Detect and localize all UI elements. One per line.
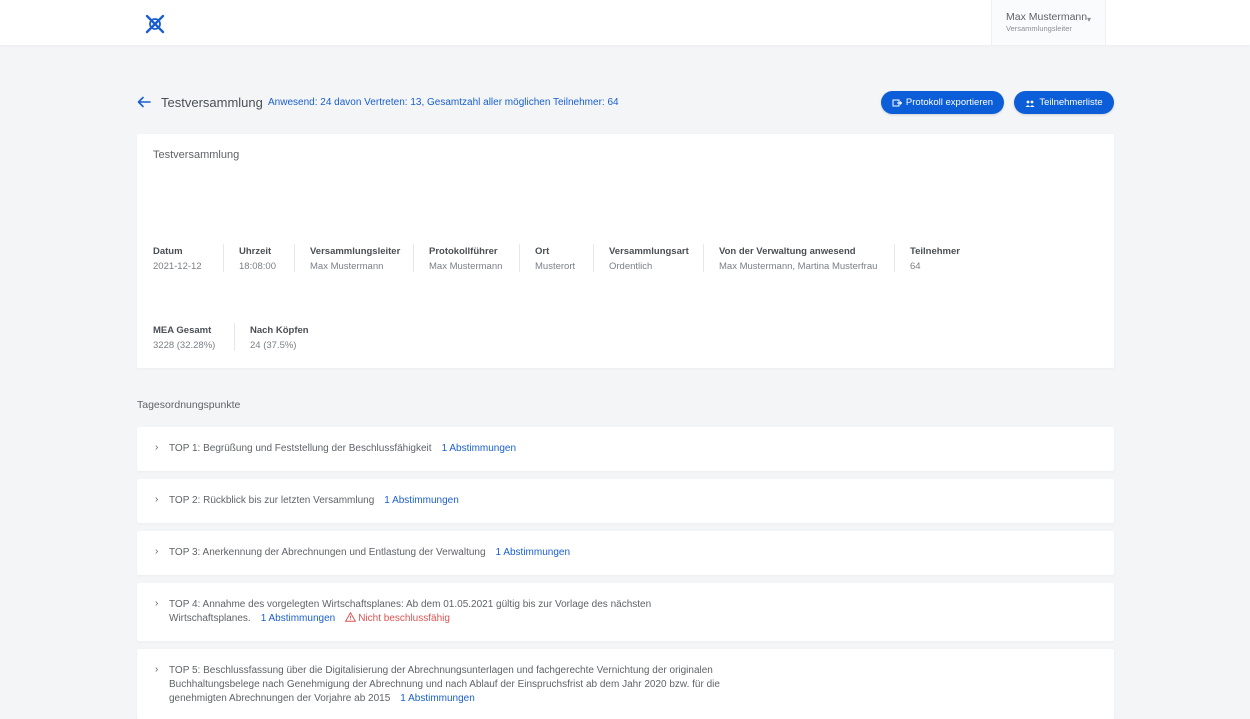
- divider: [223, 244, 224, 272]
- agenda-item-title-line: Wirtschaftsplanes.: [169, 613, 251, 624]
- meeting-details-card: Testversammlung Datum 2021-12-12 Uhrzeit…: [137, 134, 1114, 368]
- field-time: Uhrzeit 18:08:00: [239, 246, 276, 272]
- agenda-item-title-line-row: Wirtschaftsplanes. 1 Abstimmungen Nicht be…: [169, 611, 651, 626]
- agenda-item-title-line: genehmigten Abrechnungen der Vorjahre ab…: [169, 693, 391, 704]
- participants-list-label: Teilnehmerliste: [1039, 97, 1103, 108]
- chevron-right-icon: ›: [155, 494, 159, 505]
- not-quorate-warning: Nicht beschlussfähig: [344, 611, 450, 624]
- field-meeting-leader: Versammlungsleiter Max Mustermann: [310, 246, 400, 272]
- field-minute-taker: Protokollführer Max Mustermann: [429, 246, 502, 272]
- card-title: Testversammlung: [153, 149, 240, 161]
- field-date: Datum 2021-12-12: [153, 246, 202, 272]
- field-label: Teilnehmer: [910, 246, 960, 257]
- field-label: Versammlungsleiter: [310, 246, 401, 257]
- divider: [894, 244, 895, 272]
- user-name: Max Mustermann: [1006, 11, 1088, 23]
- field-location: Ort Musterort: [535, 246, 575, 272]
- export-icon: [892, 99, 902, 106]
- divider: [593, 244, 594, 272]
- agenda-item-title: TOP 2: Rückblick bis zur letzten Versamm…: [169, 495, 375, 506]
- field-label: Uhrzeit: [239, 246, 272, 257]
- field-participants: Teilnehmer 64: [910, 246, 960, 272]
- field-label: Versammlungsart: [609, 246, 689, 257]
- agenda-item-title: TOP 1: Begrüßung und Feststellung der Be…: [169, 443, 432, 454]
- agenda-item-title-line: Buchhaltungsbelege nach Genehmigung der …: [169, 679, 720, 690]
- user-menu[interactable]: Max Mustermann Versammlungsleiter ▾: [991, 0, 1106, 45]
- top-bar: Max Mustermann Versammlungsleiter ▾: [0, 0, 1250, 45]
- field-label: MEA Gesamt: [153, 325, 212, 336]
- field-label: Von der Verwaltung anwesend: [719, 246, 856, 257]
- field-mea-total: MEA Gesamt 3228 (32.28%): [153, 325, 215, 351]
- export-protocol-label: Protokoll exportieren: [905, 97, 994, 108]
- field-value: 18:08:00: [239, 261, 276, 272]
- field-label: Nach Köpfen: [250, 325, 309, 336]
- divider: [294, 244, 295, 272]
- chevron-right-icon: ›: [155, 546, 159, 557]
- votes-link[interactable]: 1 Abstimmungen: [442, 443, 517, 454]
- back-arrow-icon[interactable]: [136, 94, 152, 110]
- user-role: Versammlungsleiter: [1006, 24, 1072, 33]
- agenda-item-top-4[interactable]: › TOP 4: Annahme des vorgelegten Wirtsch…: [137, 583, 1114, 641]
- agenda-item-text: TOP 1: Begrüßung und Feststellung der Be…: [169, 442, 516, 456]
- agenda-item-top-5[interactable]: › TOP 5: Beschlussfassung über die Digit…: [137, 649, 1114, 719]
- votes-link[interactable]: 1 Abstimmungen: [384, 495, 459, 506]
- attendance-summary: Anwesend: 24 davon Vertreten: 13, Gesamt…: [268, 97, 619, 108]
- field-value: 3228 (32.28%): [153, 340, 216, 351]
- agenda-section-title: Tagesordnungspunkte: [137, 399, 241, 411]
- divider: [703, 244, 704, 272]
- divider: [413, 244, 414, 272]
- agenda-item-text: TOP 5: Beschlussfassung über die Digital…: [169, 664, 720, 706]
- agenda-item-top-2[interactable]: › TOP 2: Rückblick bis zur letzten Versa…: [137, 479, 1114, 523]
- field-label: Ort: [535, 246, 550, 257]
- chevron-right-icon: ›: [155, 598, 159, 609]
- agenda-item-text: TOP 3: Anerkennung der Abrechnungen und …: [169, 546, 570, 560]
- field-value: Max Mustermann: [310, 261, 384, 272]
- agenda-item-title-line: TOP 4: Annahme des vorgelegten Wirtschaf…: [169, 599, 652, 610]
- chevron-right-icon: ›: [155, 664, 159, 675]
- field-by-heads: Nach Köpfen 24 (37.5%): [250, 325, 309, 351]
- warning-text: Nicht beschlussfähig: [358, 613, 450, 624]
- votes-link[interactable]: 1 Abstimmungen: [261, 613, 336, 624]
- export-protocol-button[interactable]: Protokoll exportieren: [881, 91, 1004, 114]
- field-value: Musterort: [535, 261, 576, 272]
- field-label: Protokollführer: [429, 246, 498, 257]
- field-management-present: Von der Verwaltung anwesend Max Musterma…: [719, 246, 877, 272]
- app-logo-icon[interactable]: [144, 13, 166, 35]
- agenda-item-title-line: TOP 5: Beschlussfassung über die Digital…: [169, 665, 713, 676]
- caret-down-icon: ▾: [1087, 15, 1092, 24]
- field-value: Ordentlich: [609, 261, 653, 272]
- agenda-item-title: TOP 3: Anerkennung der Abrechnungen und …: [169, 547, 486, 558]
- participants-list-button[interactable]: Teilnehmerliste: [1014, 91, 1114, 114]
- field-value: Max Mustermann: [429, 261, 503, 272]
- divider: [234, 323, 235, 351]
- users-icon: [1025, 100, 1035, 107]
- field-value: 64: [910, 261, 921, 272]
- chevron-right-icon: ›: [155, 442, 159, 453]
- field-value: Max Mustermann, Martina Musterfrau: [719, 261, 878, 272]
- agenda-item-text: TOP 2: Rückblick bis zur letzten Versamm…: [169, 494, 459, 508]
- field-value: 24 (37.5%): [250, 340, 297, 351]
- votes-link[interactable]: 1 Abstimmungen: [496, 547, 571, 558]
- warning-icon: [344, 611, 357, 622]
- agenda-item-title-line-row: genehmigten Abrechnungen der Vorjahre ab…: [169, 692, 720, 706]
- agenda-item-top-1[interactable]: › TOP 1: Begrüßung und Feststellung der …: [137, 427, 1114, 471]
- field-label: Datum: [153, 246, 183, 257]
- agenda-item-top-3[interactable]: › TOP 3: Anerkennung der Abrechnungen un…: [137, 531, 1114, 575]
- page-title: Testversammlung: [161, 95, 263, 110]
- field-meeting-type: Versammlungsart Ordentlich: [609, 246, 689, 272]
- votes-link[interactable]: 1 Abstimmungen: [400, 693, 475, 704]
- field-value: 2021-12-12: [153, 261, 202, 272]
- divider: [519, 244, 520, 272]
- agenda-item-text: TOP 4: Annahme des vorgelegten Wirtschaf…: [169, 598, 651, 626]
